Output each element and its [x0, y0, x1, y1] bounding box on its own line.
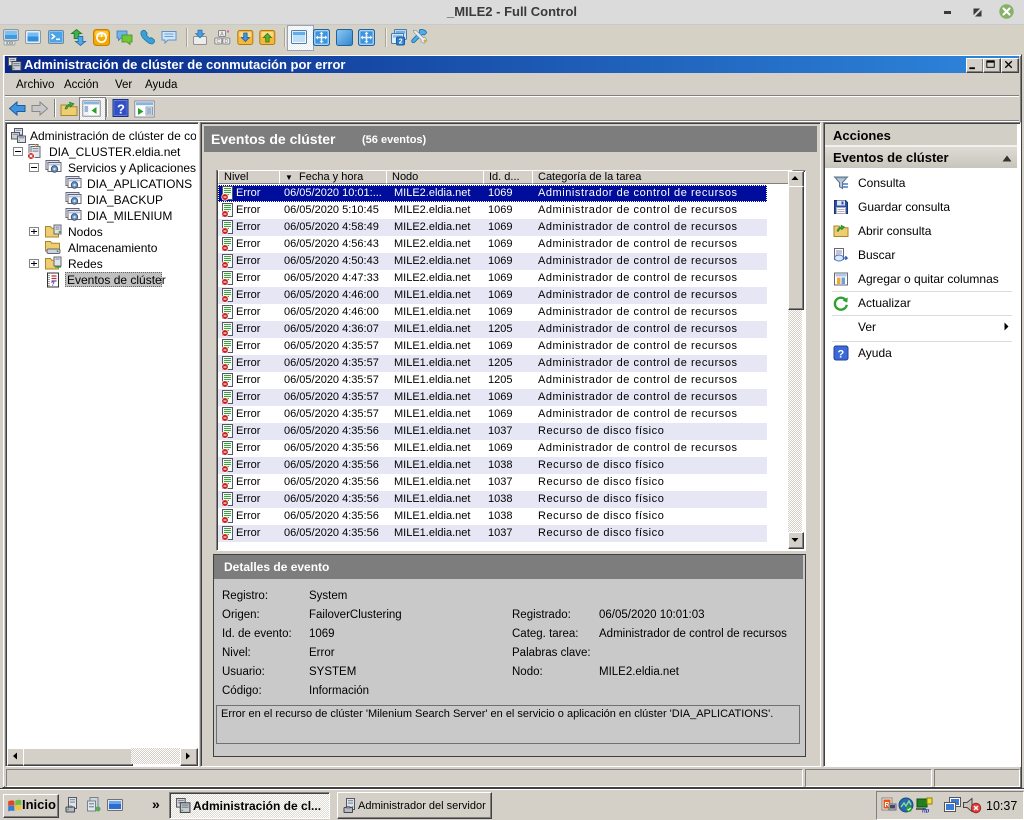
- svg-text:C: C: [217, 39, 221, 45]
- svg-text:?: ?: [838, 349, 845, 361]
- svg-text:?: ?: [117, 102, 125, 117]
- svg-text:xxx: xxx: [6, 41, 14, 46]
- svg-text:2: 2: [399, 39, 403, 46]
- svg-text:?: ?: [51, 282, 55, 288]
- svg-text:D: D: [225, 39, 229, 45]
- svg-text:hp: hp: [922, 809, 930, 814]
